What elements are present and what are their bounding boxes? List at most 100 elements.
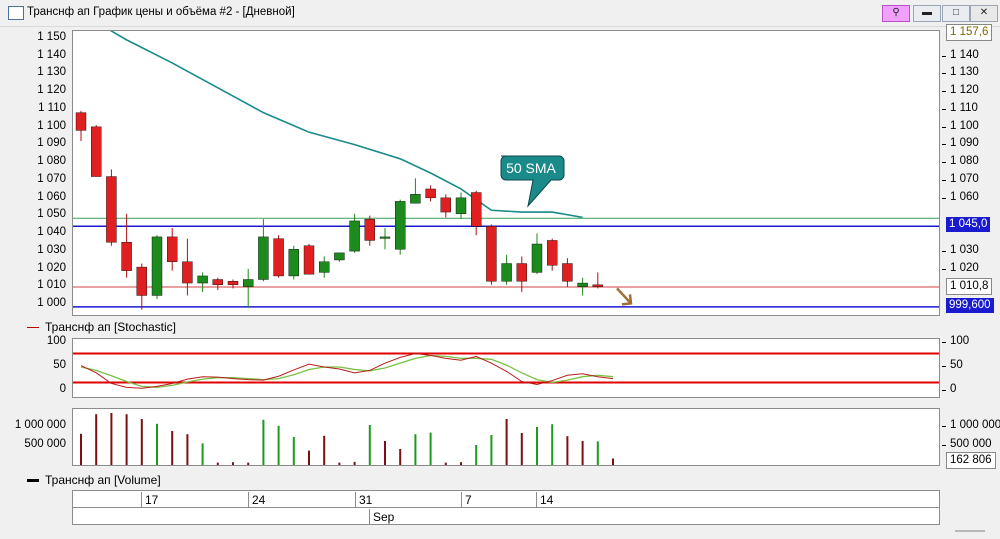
price-tick-left: 1 060 xyxy=(37,190,66,203)
price-tick-left: 1 100 xyxy=(37,119,66,132)
stochastic-panel[interactable] xyxy=(72,338,940,398)
candle-body xyxy=(425,188,436,199)
bottom-line-label: 999,600 xyxy=(946,297,994,313)
price-tick-left: 1 140 xyxy=(37,48,66,61)
volume-panel[interactable] xyxy=(72,408,940,466)
candle-body xyxy=(273,238,284,277)
close-button[interactable]: ✕ xyxy=(970,5,998,22)
price-tick-right: 1 060 xyxy=(942,190,979,203)
pin-button[interactable]: ⚲ xyxy=(882,5,910,22)
candle-body xyxy=(455,197,467,215)
price-tick-right: 1 070 xyxy=(942,172,979,185)
stochastic-legend-label: Транснф ап [Stochastic] xyxy=(45,320,176,334)
sma-callout-label: 50 SMA xyxy=(506,160,556,176)
month-label: Sep xyxy=(369,509,394,525)
candle-body xyxy=(395,201,406,250)
candle-body xyxy=(486,226,497,282)
candle-body xyxy=(182,261,193,284)
price-tick-left: 1 020 xyxy=(37,261,66,274)
candle-body xyxy=(547,240,558,266)
candle-body xyxy=(349,220,360,252)
price-axis-left: 1 150 1 140 1 130 1 120 1 110 1 100 1 090 1 080… xyxy=(0,30,70,316)
minimize-button[interactable]: ▬ xyxy=(913,5,941,22)
candle-body xyxy=(151,236,163,296)
price-tick-left: 1 090 xyxy=(37,137,66,150)
window-title: Транснф ап График цены и объёма #2 - [Дн… xyxy=(27,6,295,18)
volume-tick-right: 1 000 000 xyxy=(941,419,1000,431)
sma-callout: 50 SMA xyxy=(500,155,565,208)
volume-legend: Транснф ап [Volume] xyxy=(27,473,161,487)
candle-body xyxy=(288,249,300,277)
candle-body xyxy=(471,192,482,227)
price-chart-svg: 50 SMA xyxy=(73,31,939,310)
candle-body xyxy=(166,236,178,262)
candle-body xyxy=(531,243,543,273)
candle-body xyxy=(227,281,239,286)
price-tick-left: 1 050 xyxy=(37,208,66,221)
candle-body xyxy=(364,218,375,241)
price-tick-right: 1 120 xyxy=(942,84,979,97)
price-tick-left: 1 040 xyxy=(37,226,66,239)
stochastic-tick-left: 0 xyxy=(59,383,66,396)
stochastic-legend: Транснф ап [Stochastic] xyxy=(27,320,176,334)
stochastic-tick-right: 0 xyxy=(941,383,957,396)
candle-body xyxy=(410,194,421,204)
candle-body xyxy=(318,261,330,273)
candle-body xyxy=(303,245,315,275)
price-axis-right: 1 140 1 130 1 120 1 110 1 100 1 090 1 080 1 070… xyxy=(942,30,1000,316)
volume-tick-left: 1 000 000 xyxy=(14,419,66,431)
candle-body xyxy=(577,282,588,287)
volume-tick-right: 500 000 xyxy=(942,438,992,450)
candle-body xyxy=(334,252,345,261)
volume-svg xyxy=(80,413,614,465)
candle-body xyxy=(516,263,527,282)
stochastic-axis-right: 100 50 0 xyxy=(941,335,1000,398)
candle-body xyxy=(106,176,117,243)
candle-body xyxy=(379,236,391,239)
candle-body xyxy=(75,112,87,131)
date-tick: 7 xyxy=(461,492,472,508)
candle-body xyxy=(136,266,147,296)
price-tick-left: 1 120 xyxy=(37,84,66,97)
last-high-label: 1 157,6 xyxy=(946,24,993,41)
stochastic-tick-right: 50 xyxy=(942,359,963,371)
candle-body xyxy=(592,284,603,287)
scrollbar-thumb[interactable] xyxy=(955,530,985,532)
price-chart-panel[interactable]: 50 SMA xyxy=(72,30,940,316)
candle-body xyxy=(562,263,573,282)
candle-body xyxy=(197,275,208,284)
price-tick-left: 1 070 xyxy=(37,172,66,185)
candle-body xyxy=(121,242,132,271)
price-tick-right: 1 030 xyxy=(942,243,979,256)
candle-body xyxy=(501,263,512,282)
maximize-button[interactable]: □ xyxy=(942,5,970,22)
price-tick-right: 1 140 xyxy=(942,48,979,61)
sma-line xyxy=(109,31,583,219)
date-tick: 24 xyxy=(248,492,265,508)
price-tick-right: 1 110 xyxy=(942,101,978,114)
date-axis-days: 17 24 31 7 14 xyxy=(72,490,940,508)
price-tick-right: 1 080 xyxy=(942,155,979,168)
trend-arrow-icon xyxy=(616,287,631,304)
stochastic-legend-swatch xyxy=(27,327,39,329)
date-tick: 14 xyxy=(536,492,553,508)
price-tick-right: 1 090 xyxy=(942,137,979,150)
candle-body xyxy=(258,236,269,280)
price-tick-right: 1 130 xyxy=(942,66,979,79)
price-tick-left: 1 150 xyxy=(37,30,66,43)
price-tick-right: 1 100 xyxy=(942,119,979,132)
chart-window-icon xyxy=(8,6,24,20)
price-tick-left: 1 110 xyxy=(38,101,66,114)
date-tick: 31 xyxy=(355,492,372,508)
stochastic-svg xyxy=(73,352,939,389)
candle-body xyxy=(212,279,224,286)
candle-body xyxy=(91,126,102,177)
stochastic-axis-left: 100 50 0 xyxy=(0,335,70,398)
price-tick-left: 1 130 xyxy=(37,66,66,79)
volume-legend-label: Транснф ап [Volume] xyxy=(45,473,161,487)
stochastic-tick-left: 50 xyxy=(53,359,66,371)
window-titlebar: Транснф ап График цены и объёма #2 - [Дн… xyxy=(0,0,1000,27)
volume-legend-swatch xyxy=(27,479,39,483)
candle-body xyxy=(242,279,254,287)
volume-tick-left: 500 000 xyxy=(24,438,66,450)
